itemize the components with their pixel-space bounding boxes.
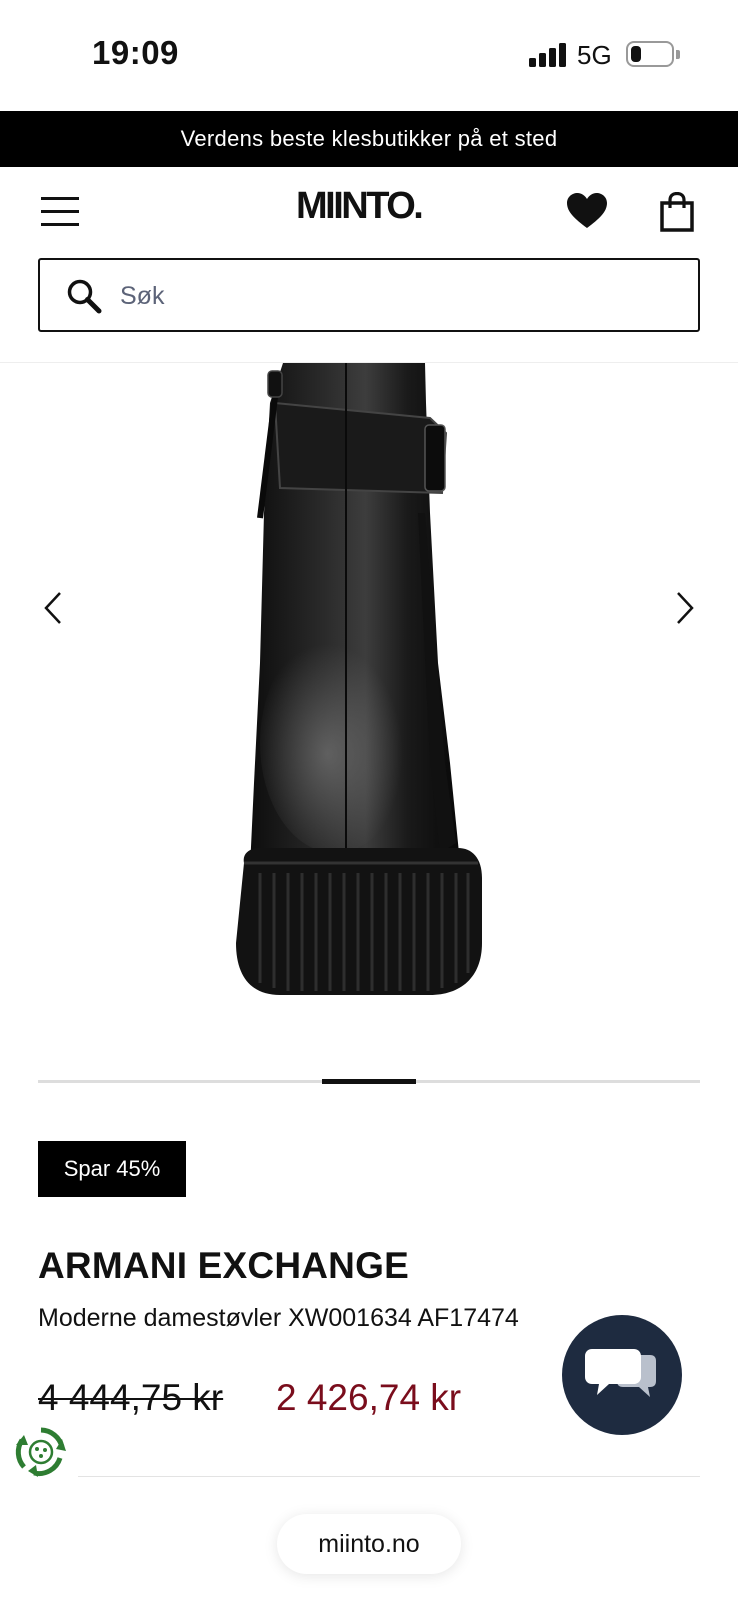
- chevron-right-icon[interactable]: [672, 590, 698, 626]
- status-bar: 19:09 5G: [0, 0, 738, 110]
- network-label: 5G: [577, 40, 612, 70]
- product-image-boot: [236, 363, 482, 995]
- product-name: Moderne damestøvler XW001634 AF17474: [38, 1304, 519, 1332]
- product-image-gallery[interactable]: [0, 363, 738, 1063]
- discount-badge: Spar 45%: [38, 1141, 186, 1197]
- search-icon: [67, 279, 102, 314]
- signal-strength-icon: [529, 43, 567, 67]
- shopping-bag-icon[interactable]: [660, 192, 694, 232]
- original-price: 4 444,75 kr: [38, 1377, 224, 1418]
- search-placeholder: Søk: [120, 282, 165, 310]
- chevron-left-icon[interactable]: [40, 590, 66, 626]
- status-time: 19:09: [92, 34, 179, 71]
- browser-url-bar[interactable]: miinto.no: [277, 1514, 461, 1574]
- chat-button[interactable]: [562, 1315, 682, 1435]
- chat-bubbles-icon: [585, 1349, 656, 1397]
- miinto-logo[interactable]: MIINTO.: [296, 185, 424, 228]
- battery-icon: [626, 41, 674, 67]
- gallery-progress-indicator[interactable]: [322, 1079, 416, 1084]
- battery-cap: [676, 50, 680, 59]
- sale-price: 2 426,74 kr: [276, 1377, 462, 1418]
- promo-banner: Verdens beste klesbutikker på et sted: [0, 111, 738, 167]
- eco-recycle-icon[interactable]: [14, 1425, 68, 1479]
- section-divider: [78, 1476, 700, 1477]
- product-brand[interactable]: ARMANI EXCHANGE: [38, 1245, 409, 1287]
- search-input[interactable]: Søk: [38, 258, 700, 332]
- heart-icon[interactable]: [566, 192, 608, 230]
- hamburger-menu-icon[interactable]: [41, 197, 79, 227]
